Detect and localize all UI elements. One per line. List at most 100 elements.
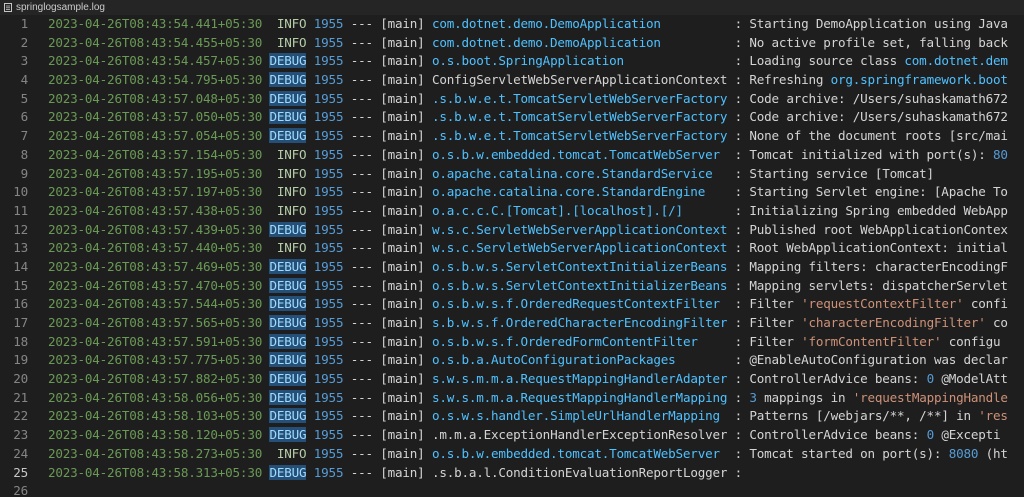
log-line[interactable]: 17 2023-04-26T08:43:57.565+05:30 DEBUG 19… xyxy=(0,314,1024,333)
log-logger: .s.b.w.e.t.TomcatServletWebServerFactory xyxy=(431,128,728,144)
log-level: INFO xyxy=(276,146,307,162)
log-logger: o.apache.catalina.core.StandardService xyxy=(431,165,713,181)
log-message-segment: : xyxy=(734,389,750,405)
log-message: : @EnableAutoConfiguration was declar xyxy=(735,352,1008,367)
log-line[interactable]: 15 2023-04-26T08:43:57.470+05:30 DEBUG 19… xyxy=(0,277,1024,296)
log-line[interactable]: 26 xyxy=(0,482,1024,497)
log-thread: [main] xyxy=(380,53,425,69)
log-logger: o.s.b.w.s.ServletContextInitializerBeans xyxy=(431,258,728,274)
log-pid: 1955 xyxy=(313,408,344,424)
log-line[interactable]: 24 2023-04-26T08:43:58.273+05:30 INFO 195… xyxy=(0,445,1024,464)
line-content: 2023-04-26T08:43:57.154+05:30 INFO 1955 … xyxy=(48,146,1008,165)
log-thread: [main] xyxy=(380,333,425,349)
log-message-segment: : Tomcat started on port(s): xyxy=(734,445,949,461)
code-area[interactable]: 1 2023-04-26T08:43:54.441+05:30 INFO 1955… xyxy=(0,15,1024,497)
log-level: INFO xyxy=(276,184,307,200)
log-level: DEBUG xyxy=(269,296,307,312)
log-message-segment: : Published root WebApplicationContex xyxy=(734,221,1008,237)
editor-tab[interactable]: springlogsample.log xyxy=(0,0,1024,15)
log-line[interactable]: 7 2023-04-26T08:43:57.054+05:30 DEBUG 195… xyxy=(0,127,1024,146)
line-number: 1 xyxy=(20,16,29,31)
log-timestamp: 2023-04-26T08:43:58.056+05:30 xyxy=(48,389,263,405)
line-content: 2023-04-26T08:43:57.469+05:30 DEBUG 1955… xyxy=(48,258,1008,277)
log-line[interactable]: 9 2023-04-26T08:43:57.195+05:30 INFO 1955… xyxy=(0,165,1024,184)
log-pid: 1955 xyxy=(313,371,344,387)
line-number: 8 xyxy=(20,146,29,162)
log-line[interactable]: 4 2023-04-26T08:43:54.795+05:30 DEBUG 195… xyxy=(0,71,1024,90)
log-separator: --- xyxy=(350,296,373,312)
log-pid: 1955 xyxy=(313,277,344,293)
line-number: 9 xyxy=(20,165,29,181)
log-level: INFO xyxy=(276,240,307,256)
log-line[interactable]: 25 2023-04-26T08:43:58.313+05:30 DEBUG 19… xyxy=(0,464,1024,483)
log-line[interactable]: 20 2023-04-26T08:43:57.882+05:30 DEBUG 19… xyxy=(0,370,1024,389)
line-number: 14 xyxy=(13,258,28,274)
log-line[interactable]: 21 2023-04-26T08:43:58.056+05:30 DEBUG 19… xyxy=(0,389,1024,408)
log-line[interactable]: 18 2023-04-26T08:43:57.591+05:30 DEBUG 19… xyxy=(0,333,1024,352)
log-line[interactable]: 10 2023-04-26T08:43:57.197+05:30 INFO 195… xyxy=(0,183,1024,202)
log-logger: o.s.w.s.handler.SimpleUrlHandlerMapping xyxy=(431,408,720,424)
log-logger: o.s.b.a.AutoConfigurationPackages xyxy=(431,352,676,368)
log-pid: 1955 xyxy=(313,352,344,368)
log-line[interactable]: 6 2023-04-26T08:43:57.050+05:30 DEBUG 195… xyxy=(0,108,1024,127)
log-message-segment: : Root WebApplicationContext: initial xyxy=(734,240,1008,256)
log-thread: [main] xyxy=(380,389,425,405)
log-level: INFO xyxy=(276,16,307,31)
log-message-segment: : Starting Servlet engine: [Apache To xyxy=(734,184,1008,200)
log-line[interactable]: 3 2023-04-26T08:43:54.457+05:30 DEBUG 195… xyxy=(0,52,1024,71)
log-message-segment: co xyxy=(985,315,1008,330)
log-line[interactable]: 5 2023-04-26T08:43:57.048+05:30 DEBUG 195… xyxy=(0,90,1024,109)
log-line[interactable]: 12 2023-04-26T08:43:57.439+05:30 DEBUG 19… xyxy=(0,221,1024,240)
log-message-segment: configu xyxy=(941,333,1001,349)
log-thread: [main] xyxy=(380,277,425,293)
line-content: 2023-04-26T08:43:57.470+05:30 DEBUG 1955… xyxy=(48,277,1008,296)
log-pid: 1955 xyxy=(313,146,344,162)
line-number: 13 xyxy=(13,240,28,256)
log-line[interactable]: 1 2023-04-26T08:43:54.441+05:30 INFO 1955… xyxy=(0,15,1024,34)
log-message-segment: : Refreshing xyxy=(734,72,831,88)
log-line[interactable]: 14 2023-04-26T08:43:57.469+05:30 DEBUG 19… xyxy=(0,258,1024,277)
log-line[interactable]: 13 2023-04-26T08:43:57.440+05:30 INFO 195… xyxy=(0,239,1024,258)
log-logger: com.dotnet.demo.DemoApplication xyxy=(431,34,661,50)
line-content: 2023-04-26T08:43:57.565+05:30 DEBUG 1955… xyxy=(48,314,1008,333)
log-level: DEBUG xyxy=(269,128,307,144)
log-line[interactable]: 23 2023-04-26T08:43:58.120+05:30 DEBUG 19… xyxy=(0,426,1024,445)
log-line[interactable]: 2 2023-04-26T08:43:54.455+05:30 INFO 1955… xyxy=(0,34,1024,53)
log-level: DEBUG xyxy=(269,53,307,69)
line-content: 2023-04-26T08:43:57.440+05:30 INFO 1955 … xyxy=(48,239,1008,258)
line-number: 20 xyxy=(13,371,28,387)
log-separator: --- xyxy=(350,352,373,368)
log-message-segment: : No active profile set, falling back xyxy=(734,34,1008,50)
file-lines-icon xyxy=(4,3,12,12)
log-logger: ConfigServletWebServerApplicationContext xyxy=(431,72,728,88)
log-level: DEBUG xyxy=(269,72,307,88)
line-number: 15 xyxy=(13,277,28,293)
log-logger: o.s.b.w.s.f.OrderedRequestContextFilter xyxy=(431,296,720,312)
line-number: 17 xyxy=(13,315,28,330)
line-content: 2023-04-26T08:43:58.103+05:30 DEBUG 1955… xyxy=(48,407,1008,426)
log-message-segment: 8080 xyxy=(948,445,979,461)
log-timestamp: 2023-04-26T08:43:57.565+05:30 xyxy=(48,315,263,330)
log-separator: --- xyxy=(350,333,373,349)
line-content: 2023-04-26T08:43:57.439+05:30 DEBUG 1955… xyxy=(48,221,1008,240)
log-timestamp: 2023-04-26T08:43:57.154+05:30 xyxy=(48,146,263,162)
log-message: : Filter 'requestContextFilter' confi xyxy=(735,296,1008,311)
log-line[interactable]: 8 2023-04-26T08:43:57.154+05:30 INFO 1955… xyxy=(0,146,1024,165)
log-timestamp: 2023-04-26T08:43:58.120+05:30 xyxy=(48,427,263,443)
log-line[interactable]: 22 2023-04-26T08:43:58.103+05:30 DEBUG 19… xyxy=(0,407,1024,426)
log-line[interactable]: 11 2023-04-26T08:43:57.438+05:30 INFO 195… xyxy=(0,202,1024,221)
log-message-segment: : Code archive: /Users/suhaskamath672 xyxy=(734,90,1008,106)
log-timestamp: 2023-04-26T08:43:58.313+05:30 xyxy=(48,464,263,480)
log-timestamp: 2023-04-26T08:43:57.775+05:30 xyxy=(48,352,263,368)
log-message-segment: (ht xyxy=(978,445,1008,461)
log-level: DEBUG xyxy=(269,277,307,293)
log-message: : Mapping filters: characterEncodingF xyxy=(735,259,1008,274)
log-message: : Patterns [/webjars/**, /**] in 'res xyxy=(735,408,1008,423)
log-line[interactable]: 16 2023-04-26T08:43:57.544+05:30 DEBUG 19… xyxy=(0,295,1024,314)
log-line[interactable]: 19 2023-04-26T08:43:57.775+05:30 DEBUG 19… xyxy=(0,351,1024,370)
log-thread: [main] xyxy=(380,445,425,461)
line-content: 2023-04-26T08:43:58.056+05:30 DEBUG 1955… xyxy=(48,389,1008,408)
log-level: DEBUG xyxy=(269,109,307,125)
log-level: DEBUG xyxy=(269,352,307,368)
line-number: 18 xyxy=(13,333,28,349)
